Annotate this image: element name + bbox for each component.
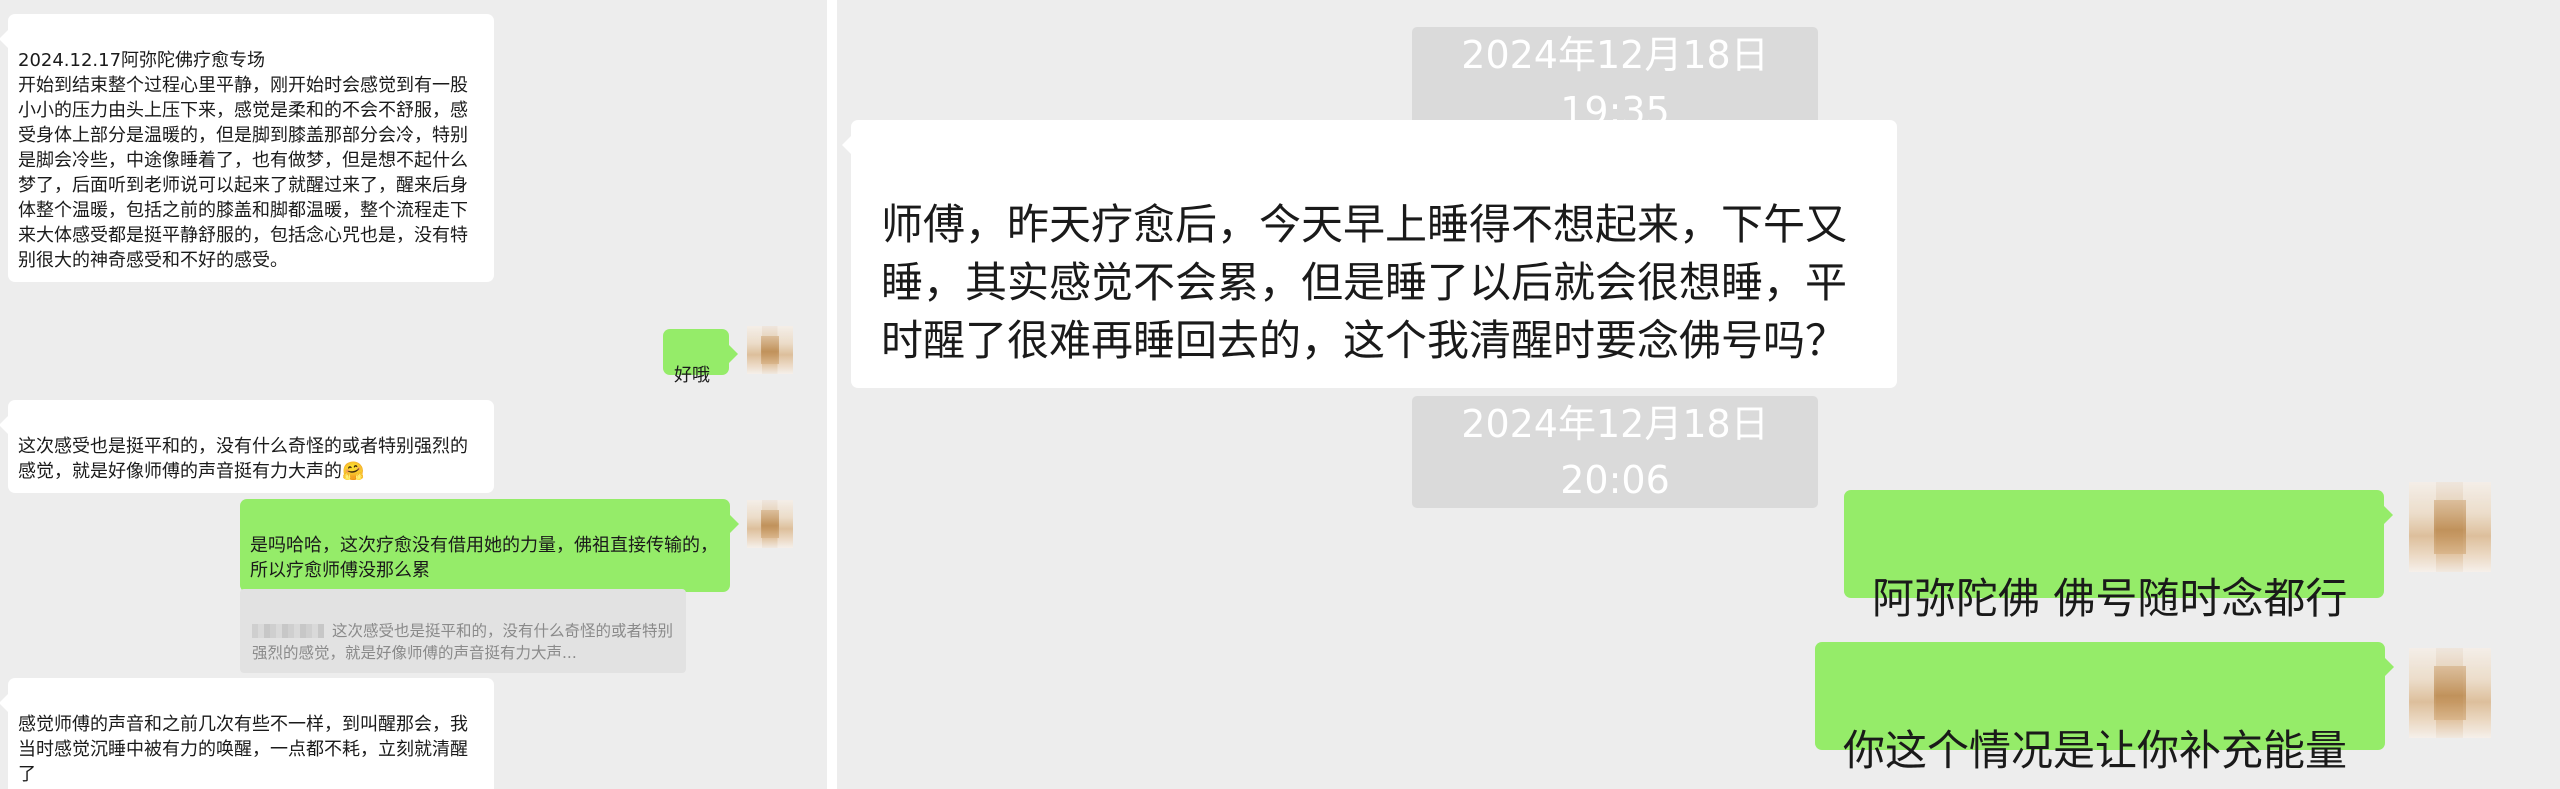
message-text: 师傅，昨天疗愈后，今天早上睡得不想起来，下午又睡，其实感觉不会累，但是睡了以后就… bbox=[881, 200, 1848, 365]
message-text: 好哦 bbox=[674, 365, 710, 386]
avatar-icon[interactable] bbox=[747, 326, 793, 374]
grinning-emoji-icon: 🤗 bbox=[342, 461, 365, 482]
avatar-icon[interactable] bbox=[747, 500, 793, 548]
incoming-message-report[interactable]: 2024.12.17阿弥陀佛疗愈专场 开始到结束整个过程心里平静，刚开始时会感觉… bbox=[0, 14, 494, 282]
timestamp: 2024年12月18日 20:06 bbox=[1412, 396, 1818, 508]
outgoing-message-reply-2[interactable]: 你这个情况是让你补充能量 bbox=[1815, 642, 2394, 775]
message-text: 感觉师傅的声音和之前几次有些不一样，到叫醒那会，我当时感觉沉睡中被有力的唤醒，一… bbox=[18, 714, 468, 785]
incoming-message-feeling[interactable]: 这次感受也是挺平和的，没有什么奇怪的或者特别强烈的感觉，就是好像师傅的声音挺有力… bbox=[0, 400, 494, 493]
quoted-message[interactable]: 这次感受也是挺平和的，没有什么奇怪的或者特别强烈的感觉，就是好像师傅的声音挺有力… bbox=[240, 589, 686, 673]
message-text: 阿弥陀佛 佛号随时念都行 bbox=[1872, 574, 2348, 623]
right-chat-panel: 2024年12月18日 19:35 师傅，昨天疗愈后，今天早上睡得不想起来，下午… bbox=[837, 0, 2560, 789]
left-chat-panel: 2024.12.17阿弥陀佛疗愈专场 开始到结束整个过程心里平静，刚开始时会感觉… bbox=[0, 0, 827, 789]
incoming-message-question[interactable]: 师傅，昨天疗愈后，今天早上睡得不想起来，下午又睡，其实感觉不会累，但是睡了以后就… bbox=[842, 120, 1897, 388]
incoming-message-voice[interactable]: 感觉师傅的声音和之前几次有些不一样，到叫醒那会，我当时感觉沉睡中被有力的唤醒，一… bbox=[0, 678, 494, 789]
message-text: 2024.12.17阿弥陀佛疗愈专场 开始到结束整个过程心里平静，刚开始时会感觉… bbox=[18, 50, 468, 271]
avatar-icon[interactable] bbox=[2409, 482, 2491, 572]
avatar-icon[interactable] bbox=[2409, 648, 2491, 738]
message-text: 这次感受也是挺平和的，没有什么奇怪的或者特别强烈的感觉，就是好像师傅的声音挺有力… bbox=[18, 436, 468, 482]
message-text: 是吗哈哈，这次疗愈没有借用她的力量，佛祖直接传输的，所以疗愈师傅没那么累 bbox=[250, 535, 718, 581]
outgoing-message-reply-1[interactable]: 阿弥陀佛 佛号随时念都行 bbox=[1844, 490, 2393, 623]
quoted-sender-name bbox=[252, 624, 324, 638]
outgoing-message-explain[interactable]: 是吗哈哈，这次疗愈没有借用她的力量，佛祖直接传输的，所以疗愈师傅没那么累 bbox=[240, 499, 739, 592]
outgoing-message-ok[interactable]: 好哦 bbox=[663, 329, 738, 386]
message-text: 你这个情况是让你补充能量 bbox=[1843, 726, 2348, 775]
